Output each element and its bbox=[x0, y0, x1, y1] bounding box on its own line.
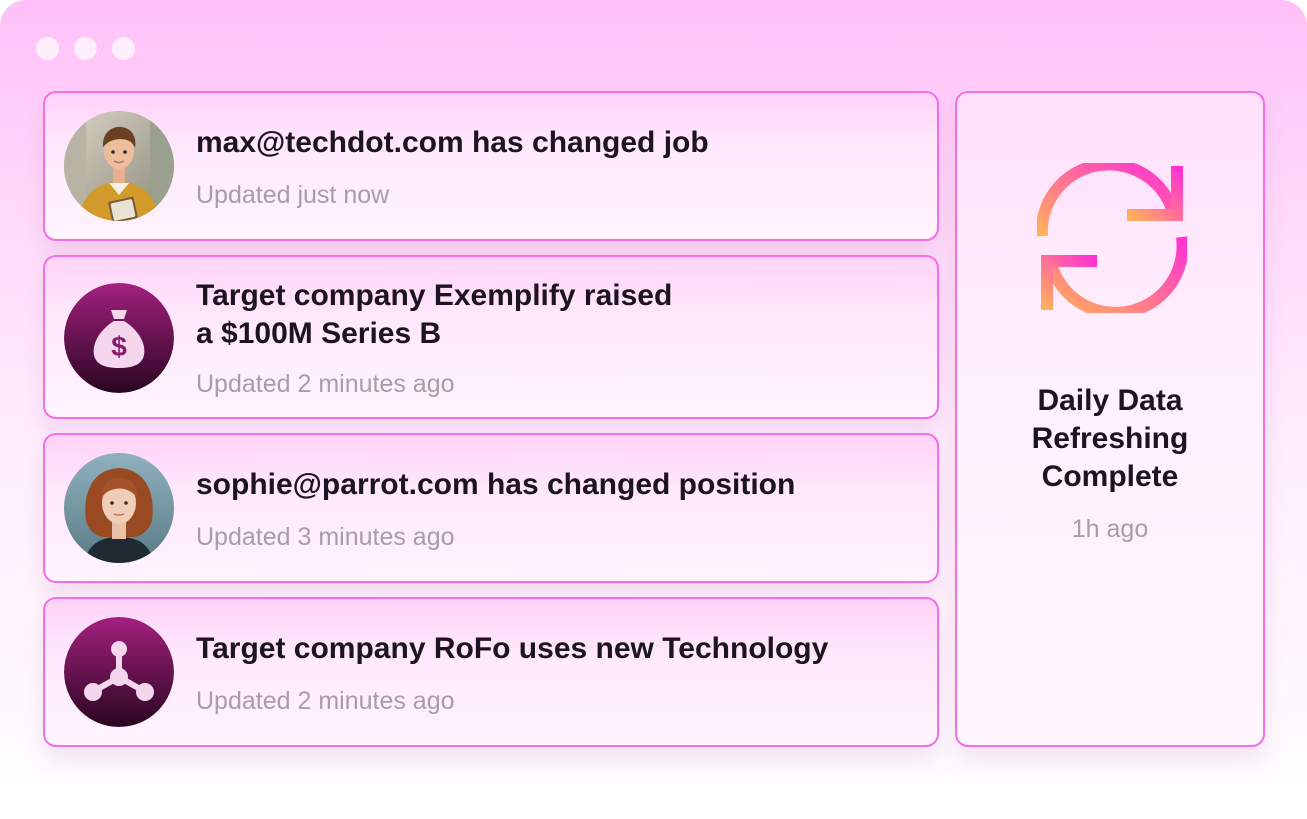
feed-item-funding[interactable]: $ Target company Exemplify raised a $100… bbox=[43, 255, 939, 419]
avatar bbox=[64, 111, 174, 221]
feed-item-timestamp: Updated just now bbox=[196, 181, 390, 209]
feed-item-timestamp: Updated 2 minutes ago bbox=[196, 370, 455, 398]
feed-item-title: max@techdot.com has changed job bbox=[196, 126, 709, 159]
feed-item-title: Target company RoFo uses new Technology bbox=[196, 632, 829, 665]
window-maximize-dot[interactable] bbox=[112, 37, 135, 60]
feed-item-title: Target company Exemplify raised a $100M … bbox=[196, 279, 673, 350]
avatar bbox=[64, 453, 174, 563]
person-photo-icon bbox=[64, 453, 174, 563]
status-title: Daily Data Refreshing Complete bbox=[1031, 384, 1189, 493]
feed-item-position-change[interactable]: sophie@parrot.com has changed position U… bbox=[43, 433, 939, 583]
feed-item-technology[interactable]: Target company RoFo uses new Technology … bbox=[43, 597, 939, 747]
person-photo-icon bbox=[64, 111, 174, 221]
money-bag-icon: $ bbox=[64, 283, 174, 393]
feed-item-title: sophie@parrot.com has changed position bbox=[196, 468, 796, 501]
avatar: $ bbox=[64, 283, 174, 393]
data-refresh-status-card: Daily Data Refreshing Complete 1h ago bbox=[955, 91, 1265, 747]
window-controls bbox=[36, 37, 135, 60]
app-window: max@techdot.com has changed job Updated … bbox=[0, 0, 1307, 819]
window-close-dot[interactable] bbox=[36, 37, 59, 60]
refresh-icon bbox=[1037, 163, 1187, 313]
svg-text:$: $ bbox=[111, 331, 127, 362]
feed-item-timestamp: Updated 3 minutes ago bbox=[196, 523, 455, 551]
feed-item-job-change[interactable]: max@techdot.com has changed job Updated … bbox=[43, 91, 939, 241]
technology-nodes-icon bbox=[64, 617, 174, 727]
avatar bbox=[64, 617, 174, 727]
window-minimize-dot[interactable] bbox=[74, 37, 97, 60]
feed-item-timestamp: Updated 2 minutes ago bbox=[196, 687, 455, 715]
status-timestamp: 1h ago bbox=[1071, 515, 1149, 543]
